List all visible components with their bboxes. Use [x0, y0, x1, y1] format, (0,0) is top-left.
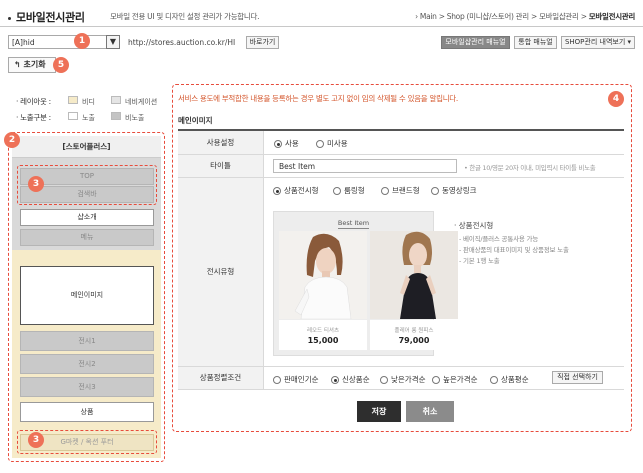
legend-swatch-fixed: [68, 96, 78, 104]
callout-badge-3b: 3: [28, 432, 44, 448]
header-divider: [0, 26, 643, 27]
row-label-title: 타이틀: [178, 155, 263, 177]
radio-display-brand[interactable]: 브랜드형: [381, 185, 420, 196]
chevron-down-icon[interactable]: ▼: [106, 35, 120, 49]
radio-checked-icon: [274, 140, 282, 148]
radio-sort-new[interactable]: 신상품순: [331, 374, 370, 385]
radio-use[interactable]: 사용: [274, 138, 299, 149]
callout-badge-5: 5: [53, 57, 69, 73]
radio-icon: [431, 187, 439, 195]
radio-unused[interactable]: 미사용: [316, 138, 348, 149]
radio-display-rolling[interactable]: 룸링형: [333, 185, 365, 196]
reset-button[interactable]: ↰ 초기화: [8, 57, 56, 73]
save-button[interactable]: 저장: [357, 401, 401, 422]
shop-url: http://stores.auction.co.kr/HI: [128, 38, 236, 47]
radio-icon: [381, 187, 389, 195]
block-display3[interactable]: 전시3: [20, 377, 154, 397]
product-name: 레오드 티셔츠: [306, 328, 340, 334]
block-display2[interactable]: 전시2: [20, 354, 154, 374]
radio-icon: [380, 376, 388, 384]
display-desc-item: - 판매상품의 대표이미지 및 상품정보 노출: [459, 246, 569, 254]
goto-button[interactable]: 바로가기: [246, 36, 279, 49]
product-card-2: 플레어 롱 원피스 79,000: [370, 320, 458, 350]
row-divider: [178, 389, 624, 390]
radio-icon: [490, 376, 498, 384]
radio-icon: [273, 376, 281, 384]
radio-display-video[interactable]: 동영상링크: [431, 185, 477, 196]
product-price: 15,000: [307, 336, 339, 345]
radio-checked-icon: [273, 187, 281, 195]
row-label-use: 사용설정: [178, 131, 263, 154]
product-name: 플레어 롱 원피스: [394, 328, 434, 334]
block-menu[interactable]: 메뉴: [20, 229, 154, 246]
legend-nav-text: 네비게이션: [125, 98, 158, 106]
product-image-1: [279, 231, 367, 319]
legend-off-text: 비노출: [125, 114, 145, 122]
block-intro[interactable]: 샵소개: [20, 209, 154, 226]
row-label-display-type: 전시유형: [178, 178, 263, 366]
legend-swatch-on: [68, 112, 78, 120]
history-button[interactable]: SHOP관리 내역보기 ▾: [561, 36, 635, 49]
page-description: 모바일 전용 UI 및 디자인 설정 관리가 가능합니다.: [110, 12, 260, 21]
block-product[interactable]: 상품: [20, 402, 154, 422]
legend-swatch-off: [111, 112, 121, 120]
page-title: 모바일전시관리: [8, 9, 85, 25]
row-divider: [178, 154, 624, 155]
product-image-2: [370, 231, 458, 319]
radio-icon: [316, 140, 324, 148]
display-desc-item: - 베이직/플러스 공통사용 가능: [459, 235, 539, 243]
display-desc-title: · 상품전시형: [454, 221, 494, 230]
breadcrumb: › Main > Shop (미니샵/스토어) 관리 > 모바일샵관리 > 모바…: [415, 12, 635, 21]
shop-select[interactable]: [A]hid: [8, 35, 120, 49]
radio-sort-high-price[interactable]: 높은가격순: [432, 374, 478, 385]
radio-sort-popular[interactable]: 판매인기순: [273, 374, 319, 385]
title-input[interactable]: Best Item: [273, 159, 457, 173]
integrated-manual-button[interactable]: 통합 매뉴얼: [514, 36, 557, 49]
callout-badge-4: 4: [608, 91, 624, 107]
legend-swatch-nav: [111, 96, 121, 104]
radio-checked-icon: [331, 376, 339, 384]
section-title: 메인이미지: [178, 116, 213, 125]
row-label-sort: 상품정렬조건: [178, 367, 263, 389]
manual-button[interactable]: 모바일샵관리 매뉴얼: [441, 36, 510, 49]
direct-select-button[interactable]: 직접 선택하기: [552, 371, 603, 384]
radio-display-product[interactable]: 상품전시형: [273, 185, 319, 196]
legend-exposure-label: · 노출구분 :: [16, 113, 51, 122]
column-divider: [263, 131, 264, 389]
row-divider: [178, 366, 624, 367]
legend-fixed-text: 비디: [82, 98, 95, 106]
title-hint: • 한글 10/영문 20자 이내, 미입력시 타이틀 비노출: [464, 164, 596, 172]
row-divider: [178, 177, 624, 178]
callout-badge-1: 1: [74, 33, 90, 49]
radio-sort-review[interactable]: 상품평순: [490, 374, 529, 385]
block-display1[interactable]: 전시1: [20, 331, 154, 351]
display-desc-item: - 기본 1행 노출: [459, 257, 500, 265]
radio-icon: [432, 376, 440, 384]
preview-title: Best Item: [337, 219, 370, 229]
callout-badge-2: 2: [4, 132, 20, 148]
cancel-button[interactable]: 취소: [406, 401, 454, 422]
legend-on-text: 노출: [82, 114, 95, 122]
product-price: 79,000: [398, 336, 430, 345]
callout-badge-3: 3: [28, 176, 44, 192]
radio-sort-low-price[interactable]: 낮은가격순: [380, 374, 426, 385]
product-card-1: 레오드 티셔츠 15,000: [279, 320, 367, 350]
radio-icon: [333, 187, 341, 195]
block-main-image[interactable]: 메인이미지: [20, 266, 154, 325]
legend-layout-label: · 레이아웃 :: [16, 97, 51, 106]
notice-text: 서비스 용도에 부적합한 내용을 등록하는 경우 별도 고지 없이 임의 삭제될…: [178, 94, 458, 103]
